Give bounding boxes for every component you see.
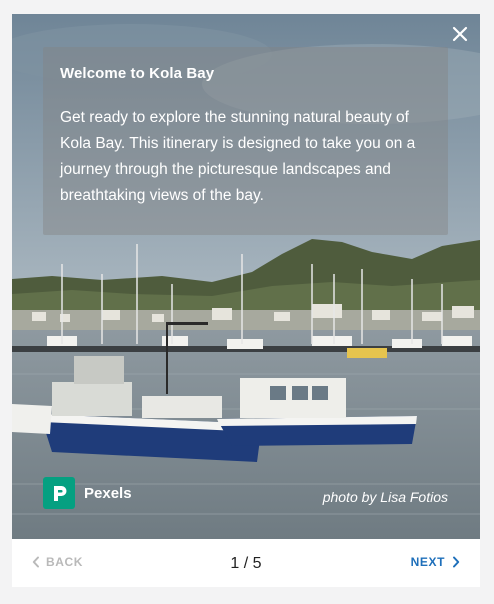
intro-panel: Welcome to Kola Bay Get ready to explore… xyxy=(43,47,448,235)
close-button[interactable] xyxy=(450,24,470,44)
chevron-right-icon xyxy=(453,556,460,568)
next-button[interactable]: NEXT xyxy=(411,555,460,569)
close-icon xyxy=(452,26,468,42)
pexels-logo-icon xyxy=(43,477,75,509)
tour-dialog: Welcome to Kola Bay Get ready to explore… xyxy=(12,14,480,587)
photo-source: Pexels xyxy=(43,477,132,509)
dialog-footer: BACK 1 / 5 NEXT xyxy=(12,539,480,587)
photo-credit: photo by Lisa Fotios xyxy=(322,489,448,505)
next-label: NEXT xyxy=(410,555,445,569)
brand-name: Pexels xyxy=(84,484,132,502)
intro-title: Welcome to Kola Bay xyxy=(60,65,215,82)
intro-body: Get ready to explore the stunning natura… xyxy=(60,109,416,204)
